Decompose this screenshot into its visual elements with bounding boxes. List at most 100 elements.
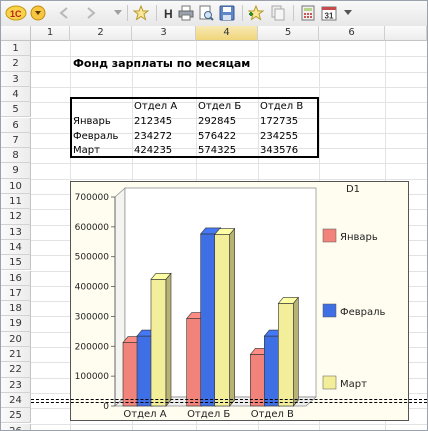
row-header[interactable]: 16 (1, 270, 31, 286)
cell-value: 576422 (198, 131, 237, 142)
row-header[interactable]: 1 (1, 41, 31, 57)
y-tick-label: 300000 (75, 312, 110, 322)
row-header[interactable]: 8 (1, 148, 31, 164)
cell-value: 212345 (134, 116, 173, 127)
chart-bar-side (293, 296, 299, 407)
row-header[interactable]: 26 (1, 423, 31, 430)
cell-value: 234255 (260, 131, 299, 142)
calendar-icon[interactable]: 31 (319, 4, 339, 22)
cell-value: 424235 (134, 145, 173, 156)
row-header[interactable]: 9 (1, 163, 31, 179)
y-tick-label: 100000 (75, 372, 110, 382)
row-header[interactable]: 13 (1, 224, 31, 240)
cell-value: 574325 (198, 145, 237, 156)
row-header[interactable]: 18 (1, 301, 31, 317)
corner-cell[interactable] (1, 26, 31, 41)
chart-title: D1 (346, 184, 360, 195)
column-header[interactable]: 4 (196, 26, 258, 41)
legend-swatch (322, 375, 337, 390)
chart-bar (214, 234, 230, 407)
legend-label: Февраль (340, 307, 386, 318)
row-header[interactable]: 20 (1, 331, 31, 347)
row-header[interactable]: 5 (1, 102, 31, 118)
row-month: Январь (73, 116, 111, 127)
row-header[interactable]: 14 (1, 239, 31, 256)
x-tick-label: Отдел Б (187, 409, 230, 420)
row-header[interactable]: 10 (1, 178, 31, 194)
x-tick-label: Отдел В (251, 409, 294, 420)
header-dept-c: Отдел В (260, 101, 304, 112)
column-header[interactable]: 5 (258, 26, 319, 41)
header-dept-a: Отдел А (134, 101, 178, 112)
print-icon[interactable] (177, 4, 195, 22)
column-header[interactable]: 6 (319, 26, 385, 41)
report-title: Фонд зарплаты по месяцам (73, 57, 251, 70)
row-header[interactable]: 4 (1, 86, 31, 103)
y-tick-label: 200000 (75, 342, 110, 352)
row-header[interactable]: 11 (1, 194, 31, 210)
grid-hline (31, 86, 427, 88)
header-dept-b: Отдел Б (198, 101, 242, 112)
add-to-favorites-icon[interactable] (247, 4, 265, 22)
row-header[interactable]: 24 (1, 392, 31, 409)
row-header[interactable]: 21 (1, 347, 31, 363)
page-break-line (31, 402, 427, 403)
more-dropdown-icon[interactable] (342, 4, 354, 22)
menu-dropdown-icon[interactable] (30, 4, 46, 22)
bar-chart: 0 100000 200000 300000 400000 500000 600000 700… (75, 184, 386, 420)
chart-bar (122, 342, 139, 407)
chart-bar (136, 335, 153, 407)
row-header[interactable]: 17 (1, 285, 31, 302)
history-dropdown-icon[interactable] (113, 4, 123, 22)
column-header[interactable]: 3 (132, 26, 196, 41)
back-icon[interactable] (56, 4, 72, 22)
y-tick-label: 600000 (75, 223, 110, 233)
legend-swatch (322, 303, 337, 318)
row-header[interactable]: 2 (1, 56, 31, 72)
svg-text:31: 31 (325, 12, 334, 21)
row-header[interactable]: 19 (1, 316, 31, 332)
save-icon[interactable] (218, 4, 236, 22)
svg-text:1С: 1С (10, 9, 22, 19)
y-tick-label: 700000 (75, 193, 110, 203)
grid-hline (31, 178, 427, 180)
preview-icon[interactable] (197, 4, 215, 22)
row-header[interactable]: 3 (1, 71, 31, 87)
forward-icon[interactable] (83, 4, 99, 22)
favorites-star-icon[interactable] (132, 4, 150, 22)
x-tick-label: Отдел А (123, 409, 166, 420)
column-header[interactable]: 1 (31, 26, 70, 41)
chart-bar (200, 233, 216, 407)
row-header[interactable]: 12 (1, 209, 31, 225)
toolbar: 1С H 31 (1, 1, 427, 27)
chart-bar (186, 318, 202, 407)
page-break-line (31, 399, 427, 400)
column-header[interactable]: 2 (70, 26, 132, 41)
row-month: Март (73, 145, 100, 156)
row-header[interactable]: 6 (1, 117, 31, 133)
chart-bar-side (229, 227, 235, 407)
logo-1c-icon[interactable]: 1С (5, 4, 27, 22)
row-month: Февраль (73, 131, 119, 142)
legend-label: Март (340, 379, 367, 390)
row-header[interactable]: 7 (1, 132, 31, 149)
copy-icon[interactable] (269, 4, 287, 22)
hint-icon[interactable]: H (163, 4, 175, 22)
legend-label: Январь (340, 232, 378, 243)
chart-bar (150, 279, 167, 407)
y-tick-label: 0 (103, 402, 109, 412)
spreadsheet-grid[interactable]: 123456 1 2 3 4 5 6 7 8 9 10 11 12 13 14 15 16 17 18 19 20 21… (1, 26, 427, 430)
row-header[interactable]: 22 (1, 362, 31, 378)
row-header[interactable]: 25 (1, 408, 31, 424)
chart-bar (278, 303, 294, 407)
column-header-empty[interactable] (385, 26, 427, 41)
calculator-icon[interactable] (299, 4, 317, 22)
spreadsheet-window: 1С H 31 1 2 3 4 5 6 1 2 3 4 5 6 7 8 9 10… (0, 0, 428, 431)
cell-value: 343576 (260, 145, 299, 156)
row-header[interactable]: 23 (1, 377, 31, 393)
cell-value: 234272 (134, 131, 173, 142)
chart-bar-side (165, 272, 172, 407)
row-header[interactable]: 15 (1, 255, 31, 271)
grid-hline (31, 71, 427, 73)
chart-frame[interactable]: 0 100000 200000 300000 400000 500000 600000 700… (70, 181, 409, 421)
